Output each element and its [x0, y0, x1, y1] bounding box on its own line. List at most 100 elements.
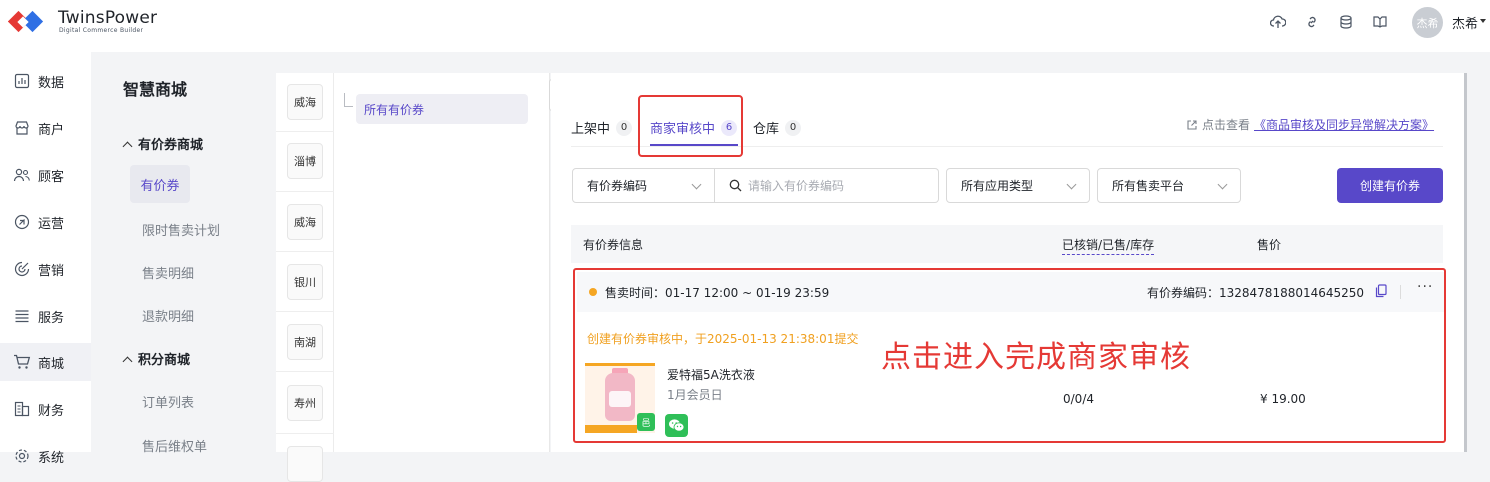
column-header: 有价券信息 — [583, 238, 644, 252]
submenu-item-refund-detail[interactable]: 退款明细 — [142, 306, 194, 325]
chevron-down-icon — [1066, 179, 1077, 190]
book-icon[interactable] — [1370, 12, 1390, 32]
nav-item-label: 服务 — [38, 310, 65, 326]
submenu-item-coupons[interactable]: 有价券 — [130, 165, 190, 203]
nav-item-finance[interactable]: 财务 — [0, 390, 91, 428]
sale-time: 售卖时间：01-17 12:00 ~ 01-19 23:59 — [605, 286, 830, 300]
submenu-title: 智慧商城 — [123, 80, 188, 99]
tab-count-badge: 0 — [785, 119, 802, 136]
submenu-group-coupon-mall[interactable]: 有价券商城 — [122, 134, 203, 153]
review-status: 创建有价券审核中，于2025-01-13 21:38:01提交 — [587, 332, 859, 346]
city-item[interactable]: 威海 — [287, 204, 323, 240]
wechat-icon — [665, 414, 688, 437]
scrollbar-track — [1466, 73, 1490, 452]
users-icon — [13, 166, 31, 184]
create-coupon-button[interactable]: 创建有价券 — [1337, 168, 1443, 203]
app-type-select[interactable]: 所有应用类型 — [946, 168, 1090, 203]
main-nav: 数据 商户 顾客 运营 营销 服务 商城 财务 系统 — [0, 52, 91, 466]
price-value: ¥ 19.00 — [1260, 392, 1306, 406]
chart-icon — [13, 72, 31, 90]
nav-item-system[interactable]: 系统 — [0, 437, 91, 475]
annotation-text: 点击进入完成商家审核 — [881, 340, 1191, 375]
nav-item-label: 系统 — [38, 450, 65, 466]
chevron-down-icon — [1217, 179, 1228, 190]
city-list: 威海 淄博 威海 银川 南湖 寿州 — [276, 73, 334, 482]
chevron-down-icon[interactable] — [1480, 19, 1486, 23]
chevron-down-icon — [691, 179, 702, 190]
city-item[interactable]: 南湖 — [287, 324, 323, 360]
operations-icon — [13, 213, 31, 231]
list-icon — [13, 307, 31, 325]
tab-on-shelf[interactable]: 上架中 0 — [571, 118, 633, 137]
coupon-card-header: 售卖时间：01-17 12:00 ~ 01-19 23:59 有价券编码：132… — [577, 272, 1444, 312]
divider — [1400, 285, 1401, 299]
more-icon[interactable]: ··· — [1417, 279, 1433, 295]
stock-value: 0/0/4 — [1063, 392, 1094, 406]
help-prefix: 点击查看 — [1202, 118, 1251, 132]
nav-item-label: 商城 — [38, 356, 65, 372]
badge-icon: 邑 — [637, 413, 655, 431]
nav-item-customers[interactable]: 顾客 — [0, 156, 91, 194]
table-header: 有价券信息 已核销/已售/库存 售价 — [571, 225, 1443, 263]
city-item[interactable]: 寿州 — [287, 385, 323, 421]
tree-connector — [344, 93, 353, 107]
tab-warehouse[interactable]: 仓库 0 — [753, 118, 802, 137]
copy-icon[interactable] — [1375, 284, 1387, 298]
chevron-up-icon — [122, 356, 133, 367]
nav-item-mall[interactable]: 商城 — [0, 343, 91, 381]
marketing-icon — [13, 260, 31, 278]
help-link[interactable]: 《商品审核及同步异常解决方案》 — [1254, 116, 1434, 133]
product-thumbnail: 邑 — [585, 363, 655, 433]
highlight-box-tab — [638, 95, 743, 157]
link-icon[interactable] — [1302, 12, 1322, 32]
nav-item-data[interactable]: 数据 — [0, 62, 91, 100]
nav-item-operations[interactable]: 运营 — [0, 203, 91, 241]
search-box[interactable] — [715, 168, 939, 203]
logo-text: TwinsPower — [58, 8, 158, 28]
code-type-select[interactable]: 有价券编码 — [572, 168, 715, 203]
cart-icon — [13, 353, 31, 371]
logo-subtitle: Digital Commerce Builder — [59, 27, 144, 34]
nav-item-label: 数据 — [38, 75, 65, 91]
nav-item-label: 营销 — [38, 263, 65, 279]
database-icon[interactable] — [1336, 12, 1356, 32]
username[interactable]: 杰希 — [1452, 13, 1478, 32]
product-subtitle: 1月会员日 — [667, 388, 723, 402]
nav-item-label: 运营 — [38, 216, 65, 232]
logo-icon — [8, 10, 44, 33]
help-link-area[interactable]: 点击查看 《商品审核及同步异常解决方案》 — [1186, 116, 1434, 133]
nav-item-label: 商户 — [38, 122, 65, 138]
platform-select[interactable]: 所有售卖平台 — [1097, 168, 1241, 203]
store-icon — [13, 119, 31, 137]
nav-item-merchants[interactable]: 商户 — [0, 109, 91, 147]
nav-item-service[interactable]: 服务 — [0, 297, 91, 335]
cloud-upload-icon[interactable] — [1268, 12, 1288, 32]
submenu-group-points-mall[interactable]: 积分商城 — [122, 349, 190, 368]
external-link-icon — [1187, 119, 1197, 130]
main-content: 上架中 0 商家审核中 6 仓库 0 点击查看 《商品审核及同步异常解决方案》 有价券… — [551, 73, 1466, 452]
chevron-up-icon — [122, 141, 133, 152]
nav-item-label: 财务 — [38, 403, 65, 419]
city-item[interactable]: 淄博 — [287, 143, 323, 179]
tab-count-badge: 0 — [616, 119, 633, 136]
product-name: 爱特福5A洗衣液 — [667, 368, 755, 382]
submenu: 智慧商城 有价券商城 有价券 限时售卖计划 售卖明细 退款明细 积分商城 订单列… — [91, 52, 276, 455]
city-item[interactable] — [287, 446, 323, 482]
submenu-item-flash-sale-plan[interactable]: 限时售卖计划 — [142, 220, 220, 239]
avatar[interactable]: 杰希 — [1412, 7, 1443, 38]
search-input[interactable] — [748, 178, 918, 193]
coupon-code: 有价券编码：1328478188014645250 — [1147, 286, 1365, 300]
submenu-item-after-sale[interactable]: 售后维权单 — [142, 436, 207, 455]
status-dot — [589, 288, 597, 296]
coupon-tree: 所有有价券 — [334, 73, 550, 452]
tree-item-all-coupons[interactable]: 所有有价券 — [356, 94, 528, 124]
nav-item-marketing[interactable]: 营销 — [0, 250, 91, 288]
submenu-item-sales-detail[interactable]: 售卖明细 — [142, 263, 194, 282]
scrollbar[interactable] — [1464, 73, 1467, 452]
city-item[interactable]: 威海 — [287, 84, 323, 120]
coupon-card[interactable]: 售卖时间：01-17 12:00 ~ 01-19 23:59 有价券编码：132… — [573, 268, 1446, 443]
submenu-item-order-list[interactable]: 订单列表 — [142, 392, 194, 411]
nav-item-label: 顾客 — [38, 169, 65, 185]
city-item[interactable]: 银川 — [287, 264, 323, 300]
column-header[interactable]: 已核销/已售/库存 — [1062, 236, 1155, 255]
